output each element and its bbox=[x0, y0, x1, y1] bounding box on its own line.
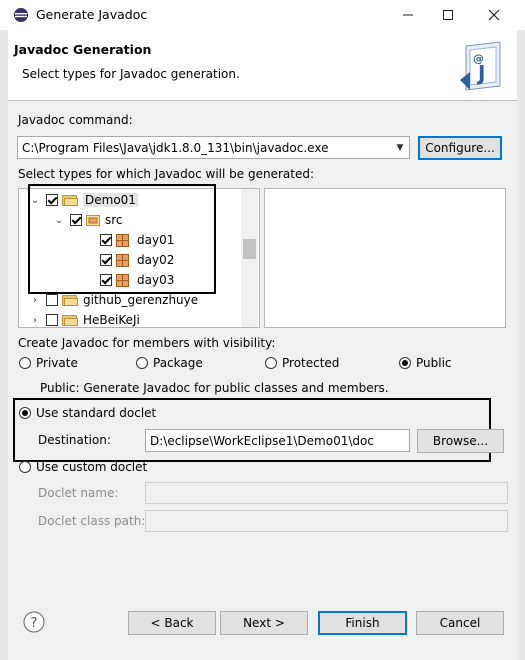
radio-public-label: Public bbox=[416, 356, 452, 370]
radio-protected-indicator[interactable] bbox=[265, 357, 277, 369]
tree-label-hebeikeji: HeBeiKeJi bbox=[83, 313, 140, 327]
doclet-name-field[interactable] bbox=[145, 482, 508, 504]
page-description: Select types for Javadoc generation. bbox=[22, 67, 240, 81]
maximize-button[interactable] bbox=[425, 0, 471, 30]
doclet-name-label: Doclet name: bbox=[38, 486, 119, 500]
radio-protected[interactable]: Protected bbox=[265, 356, 339, 370]
back-label: < Back bbox=[150, 616, 194, 630]
highlight-box-tree bbox=[28, 184, 216, 294]
destination-value: D:\eclipse\WorkEclipse1\Demo01\doc bbox=[150, 433, 374, 448]
radio-private[interactable]: Private bbox=[19, 356, 78, 370]
browse-label: Browse... bbox=[432, 434, 489, 448]
radio-protected-label: Protected bbox=[282, 356, 340, 370]
visibility-info: Public: Generate Javadoc for public clas… bbox=[40, 381, 389, 395]
javadoc-command-combo[interactable]: C:\Program Files\Java\jdk1.8.0_131\bin\j… bbox=[17, 136, 410, 159]
doclet-class-path-field[interactable] bbox=[145, 510, 508, 532]
next-label: Next > bbox=[243, 616, 285, 630]
doclet-class-path-label: Doclet class path: bbox=[38, 514, 146, 528]
cancel-button[interactable]: Cancel bbox=[416, 611, 504, 635]
browse-button[interactable]: Browse... bbox=[417, 429, 504, 453]
radio-private-indicator[interactable] bbox=[19, 357, 31, 369]
finish-label: Finish bbox=[345, 616, 380, 630]
types-list[interactable] bbox=[264, 188, 506, 328]
minimize-icon bbox=[403, 14, 413, 16]
types-label: Select types for which Javadoc will be g… bbox=[18, 167, 314, 181]
chevron-down-icon[interactable]: ▼ bbox=[391, 137, 409, 158]
cancel-label: Cancel bbox=[439, 616, 481, 630]
radio-public-indicator[interactable] bbox=[399, 357, 411, 369]
javadoc-banner-icon: @ J bbox=[460, 40, 504, 92]
wizard-header bbox=[8, 30, 517, 100]
back-button[interactable]: < Back bbox=[128, 611, 216, 635]
close-icon bbox=[488, 9, 500, 21]
chevron-right-icon[interactable]: › bbox=[28, 295, 42, 306]
tree-scrollbar-thumb[interactable] bbox=[243, 239, 256, 259]
project-folder-icon bbox=[62, 314, 78, 326]
tree-checkbox-github-gerenzhuye[interactable] bbox=[46, 294, 58, 306]
standard-doclet-label: Use standard doclet bbox=[36, 406, 157, 420]
page-title: Javadoc Generation bbox=[14, 42, 152, 57]
maximize-icon bbox=[443, 10, 453, 20]
background-window-strip-right bbox=[517, 30, 525, 660]
svg-text:J: J bbox=[476, 61, 485, 85]
eclipse-icon bbox=[13, 7, 29, 23]
destination-field[interactable]: D:\eclipse\WorkEclipse1\Demo01\doc bbox=[145, 429, 410, 452]
help-icon[interactable]: ? bbox=[23, 611, 45, 633]
custom-doclet-label: Use custom doclet bbox=[36, 460, 148, 474]
configure-label: Configure... bbox=[425, 141, 495, 155]
configure-button[interactable]: Configure... bbox=[418, 136, 502, 160]
radio-public[interactable]: Public bbox=[399, 356, 452, 370]
finish-button[interactable]: Finish bbox=[318, 611, 407, 635]
javadoc-command-label: Javadoc command: bbox=[18, 113, 133, 127]
close-button[interactable] bbox=[471, 0, 517, 30]
radio-private-label: Private bbox=[36, 356, 78, 370]
tree-label-github-gerenzhuye: github_gerenzhuye bbox=[83, 293, 199, 307]
radio-standard-doclet-indicator[interactable] bbox=[19, 407, 31, 419]
next-button[interactable]: Next > bbox=[220, 611, 308, 635]
visibility-label: Create Javadoc for members with visibili… bbox=[18, 336, 276, 350]
destination-label: Destination: bbox=[38, 433, 111, 447]
chevron-right-icon[interactable]: › bbox=[28, 315, 42, 326]
radio-custom-doclet-indicator[interactable] bbox=[19, 461, 31, 473]
radio-package-label: Package bbox=[153, 356, 203, 370]
radio-standard-doclet[interactable]: Use standard doclet bbox=[19, 406, 156, 420]
background-window-strip bbox=[0, 30, 8, 660]
project-folder-icon bbox=[62, 294, 78, 306]
window-title: Generate Javadoc bbox=[36, 7, 148, 22]
javadoc-command-value: C:\Program Files\Java\jdk1.8.0_131\bin\j… bbox=[22, 140, 329, 155]
radio-package[interactable]: Package bbox=[136, 356, 203, 370]
tree-item-hebeikeji[interactable]: › HeBeiKeJi bbox=[28, 310, 140, 330]
tree-checkbox-hebeikeji[interactable] bbox=[46, 314, 58, 326]
radio-package-indicator[interactable] bbox=[136, 357, 148, 369]
svg-text:?: ? bbox=[31, 616, 38, 631]
radio-custom-doclet[interactable]: Use custom doclet bbox=[19, 460, 147, 474]
